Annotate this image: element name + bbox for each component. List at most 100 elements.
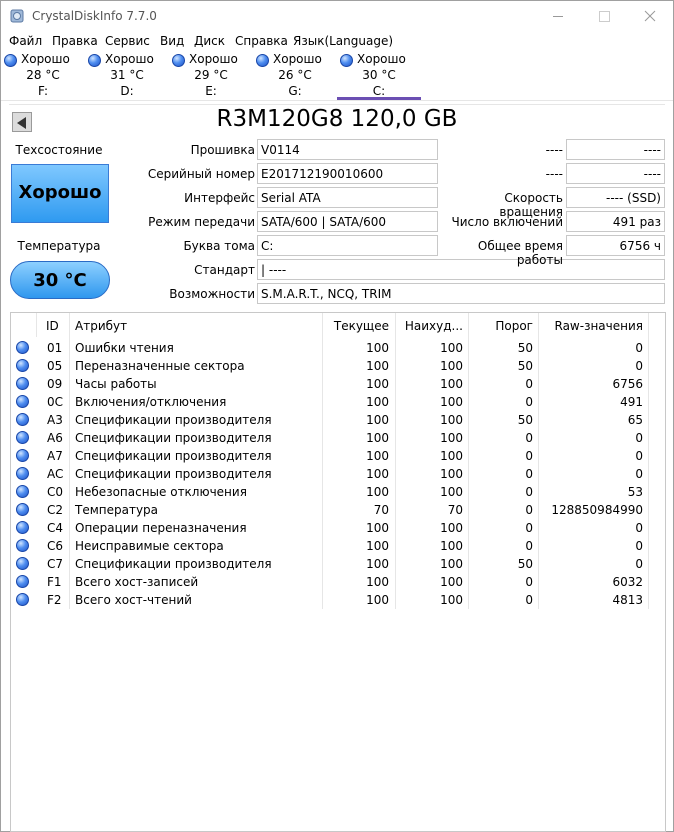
- cell-attribute: Небезопасные отключения: [75, 485, 247, 499]
- smart-table[interactable]: ID Атрибут Текущее Наихуд... Порог Raw-з…: [10, 312, 666, 832]
- table-row[interactable]: 0C Включения/отключения 100 100 0 491: [11, 393, 665, 411]
- cell-threshold: 0: [525, 539, 533, 553]
- cell-threshold: 50: [517, 341, 533, 355]
- cell-worst: 100: [440, 341, 463, 355]
- drive-letter: E:: [205, 84, 217, 98]
- table-header: ID Атрибут Текущее Наихуд... Порог Raw-з…: [11, 313, 665, 337]
- cell-id: 0C: [47, 395, 64, 409]
- interface-label: Интерфейс: [184, 191, 255, 205]
- column-header-raw[interactable]: Raw-значения: [543, 319, 644, 333]
- column-divider: [538, 313, 539, 337]
- firmware-label: Прошивка: [190, 143, 255, 157]
- menu-help[interactable]: Справка: [235, 34, 288, 48]
- table-row[interactable]: C6 Неисправимые сектора 100 100 0 0: [11, 537, 665, 555]
- cell-current: 100: [366, 539, 389, 553]
- cell-current: 100: [366, 431, 389, 445]
- features-label: Возможности: [169, 287, 255, 301]
- interface-value: Serial ATA: [257, 187, 438, 208]
- menu-edit[interactable]: Правка: [52, 34, 98, 48]
- drive-tab-d[interactable]: Хорошо 31 °C D:: [85, 51, 169, 100]
- menu-disk[interactable]: Диск: [194, 34, 225, 48]
- table-row[interactable]: C0 Небезопасные отключения 100 100 0 53: [11, 483, 665, 501]
- disk-panel: R3M120G8 120,0 GB Техсостояние Хорошо Те…: [1, 102, 673, 832]
- table-row[interactable]: A6 Спецификации производителя 100 100 0 0: [11, 429, 665, 447]
- cell-current: 100: [366, 521, 389, 535]
- table-row[interactable]: C7 Спецификации производителя 100 100 50 0: [11, 555, 665, 573]
- table-row[interactable]: A7 Спецификации производителя 100 100 0 0: [11, 447, 665, 465]
- table-row[interactable]: 09 Часы работы 100 100 0 6756: [11, 375, 665, 393]
- cell-id: A6: [47, 431, 63, 445]
- drive-tab-g[interactable]: Хорошо 26 °C G:: [253, 51, 337, 100]
- cell-raw: 6756: [612, 377, 643, 391]
- menu-language[interactable]: Язык(Language): [293, 34, 393, 48]
- drive-tab-e[interactable]: Хорошо 29 °C E:: [169, 51, 253, 100]
- status-dot-icon: [16, 341, 29, 354]
- drive-letter: G:: [288, 84, 302, 98]
- table-row[interactable]: AC Спецификации производителя 100 100 0 0: [11, 465, 665, 483]
- cell-attribute: Всего хост-чтений: [75, 593, 192, 607]
- status-dot-icon: [16, 539, 29, 552]
- drive-tab-c[interactable]: Хорошо 30 °C C:: [337, 51, 421, 100]
- status-dot-icon: [16, 521, 29, 534]
- drive-temp: 30 °C: [362, 68, 396, 82]
- cell-raw: 0: [635, 467, 643, 481]
- standard-label: Стандарт: [194, 263, 255, 277]
- cell-id: C2: [47, 503, 64, 517]
- drive-letter: F:: [37, 84, 48, 98]
- cell-raw: 0: [635, 557, 643, 571]
- cell-worst: 100: [440, 413, 463, 427]
- column-header-attribute[interactable]: Атрибут: [75, 319, 127, 333]
- cell-attribute: Всего хост-записей: [75, 575, 199, 589]
- status-dot-icon: [16, 485, 29, 498]
- table-row[interactable]: C2 Температура 70 70 0 128850984990: [11, 501, 665, 519]
- table-row[interactable]: F1 Всего хост-записей 100 100 0 6032: [11, 573, 665, 591]
- column-header-worst[interactable]: Наихуд...: [399, 319, 463, 333]
- drive-status: Хорошо: [189, 52, 238, 66]
- health-status-button[interactable]: Хорошо: [11, 164, 109, 223]
- status-dot-icon: [16, 413, 29, 426]
- cell-worst: 100: [440, 431, 463, 445]
- right-label-2: ----: [545, 167, 563, 181]
- right-value-2: ----: [566, 163, 665, 184]
- cell-attribute: Переназначенные сектора: [75, 359, 245, 373]
- cell-threshold: 50: [517, 557, 533, 571]
- table-row[interactable]: 05 Переназначенные сектора 100 100 50 0: [11, 357, 665, 375]
- cell-id: C0: [47, 485, 64, 499]
- window-title: CrystalDiskInfo 7.7.0: [32, 9, 157, 23]
- cell-worst: 100: [440, 593, 463, 607]
- minimize-button[interactable]: [535, 1, 581, 32]
- cell-attribute: Спецификации производителя: [75, 557, 272, 571]
- table-row[interactable]: A3 Спецификации производителя 100 100 50 65: [11, 411, 665, 429]
- rotation-value: ---- (SSD): [566, 187, 665, 208]
- drive-status: Хорошо: [357, 52, 406, 66]
- firmware-value: V0114: [257, 139, 438, 160]
- close-button[interactable]: [627, 1, 673, 32]
- status-dot-icon: [16, 449, 29, 462]
- cell-current: 100: [366, 359, 389, 373]
- column-divider: [395, 313, 396, 337]
- maximize-button[interactable]: [581, 1, 627, 32]
- table-row[interactable]: 01 Ошибки чтения 100 100 50 0: [11, 339, 665, 357]
- column-header-current[interactable]: Текущее: [325, 319, 389, 333]
- cell-raw: 65: [627, 413, 643, 427]
- menu-service[interactable]: Сервис: [105, 34, 150, 48]
- cell-threshold: 0: [525, 503, 533, 517]
- serial-value: E201712190010600: [257, 163, 438, 184]
- drive-status: Хорошо: [21, 52, 70, 66]
- table-row[interactable]: C4 Операции переназначения 100 100 0 0: [11, 519, 665, 537]
- drive-tab-f[interactable]: Хорошо 28 °C F:: [1, 51, 85, 100]
- cell-worst: 100: [440, 377, 463, 391]
- column-header-threshold[interactable]: Порог: [473, 319, 533, 333]
- cell-id: F1: [47, 575, 62, 589]
- status-dot-icon: [16, 593, 29, 606]
- drive-letter: C:: [372, 84, 386, 98]
- menu-view[interactable]: Вид: [160, 34, 184, 48]
- cell-worst: 100: [440, 467, 463, 481]
- column-header-id[interactable]: ID: [46, 319, 59, 333]
- table-row[interactable]: F2 Всего хост-чтений 100 100 0 4813: [11, 591, 665, 609]
- cell-threshold: 0: [525, 467, 533, 481]
- drive-status: Хорошо: [105, 52, 154, 66]
- temperature-badge[interactable]: 30 °C: [10, 261, 110, 299]
- cell-worst: 100: [440, 539, 463, 553]
- menu-file[interactable]: Файл: [9, 34, 42, 48]
